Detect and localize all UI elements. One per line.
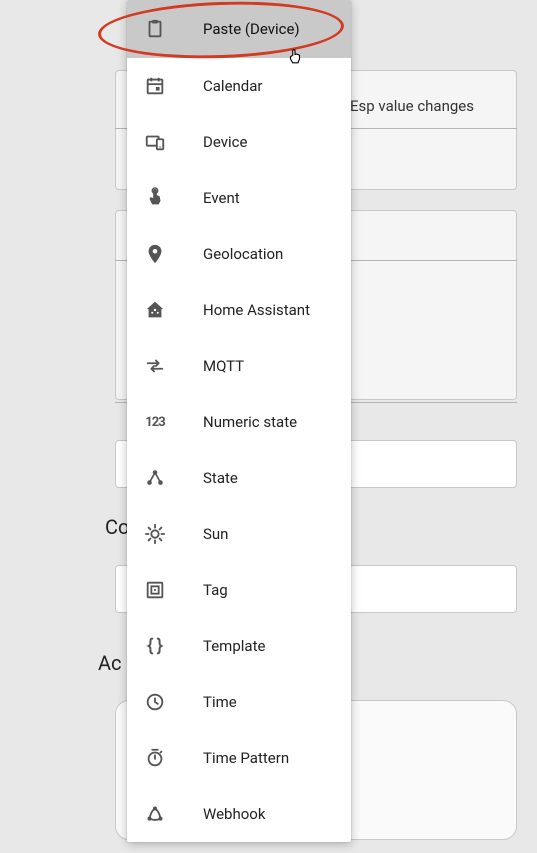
actions-heading-truncated: Ac bbox=[98, 651, 122, 675]
clipboard-paste-icon bbox=[143, 17, 167, 41]
code-braces-icon bbox=[143, 634, 167, 658]
menu-item-home-assistant[interactable]: Home Assistant bbox=[127, 282, 351, 338]
menu-item-label: Device bbox=[203, 133, 247, 151]
home-assistant-icon bbox=[143, 298, 167, 322]
menu-item-label: Numeric state bbox=[203, 413, 297, 431]
state-machine-icon bbox=[143, 466, 167, 490]
menu-item-label: Time Pattern bbox=[203, 749, 289, 767]
menu-item-label: State bbox=[203, 469, 238, 487]
menu-item-label: Sun bbox=[203, 525, 228, 543]
menu-item-template[interactable]: Template bbox=[127, 618, 351, 674]
trigger-type-menu: Paste (Device) Calendar Device bbox=[127, 0, 351, 842]
menu-item-label: Webhook bbox=[203, 805, 265, 823]
menu-item-sun[interactable]: Sun bbox=[127, 506, 351, 562]
menu-item-mqtt[interactable]: MQTT bbox=[127, 338, 351, 394]
menu-item-state[interactable]: State bbox=[127, 450, 351, 506]
calendar-icon bbox=[143, 74, 167, 98]
nfc-tag-icon bbox=[143, 578, 167, 602]
numeric-icon: 123 bbox=[143, 410, 167, 434]
menu-item-label: Event bbox=[203, 189, 240, 207]
existing-trigger-label: Esp value changes bbox=[350, 97, 474, 115]
clock-icon bbox=[143, 690, 167, 714]
menu-item-webhook[interactable]: Webhook bbox=[127, 786, 351, 842]
swap-horizontal-icon bbox=[143, 354, 167, 378]
menu-item-label: Template bbox=[203, 637, 265, 655]
menu-item-paste-device[interactable]: Paste (Device) bbox=[127, 0, 351, 58]
menu-item-calendar[interactable]: Calendar bbox=[127, 58, 351, 114]
gesture-tap-icon bbox=[143, 186, 167, 210]
menu-item-label: Geolocation bbox=[203, 245, 283, 263]
menu-item-label: Time bbox=[203, 693, 237, 711]
menu-item-time[interactable]: Time bbox=[127, 674, 351, 730]
menu-item-label: Tag bbox=[203, 581, 228, 599]
menu-item-geolocation[interactable]: Geolocation bbox=[127, 226, 351, 282]
map-marker-icon bbox=[143, 242, 167, 266]
menu-item-device[interactable]: Device bbox=[127, 114, 351, 170]
conditions-heading-truncated: Co bbox=[105, 515, 129, 539]
menu-item-time-pattern[interactable]: Time Pattern bbox=[127, 730, 351, 786]
webhook-icon bbox=[143, 802, 167, 826]
menu-item-event[interactable]: Event bbox=[127, 170, 351, 226]
menu-item-label: Paste (Device) bbox=[203, 20, 300, 38]
menu-item-label: Home Assistant bbox=[203, 301, 310, 319]
timer-icon bbox=[143, 746, 167, 770]
menu-item-numeric-state[interactable]: 123 Numeric state bbox=[127, 394, 351, 450]
menu-item-label: MQTT bbox=[203, 357, 244, 375]
menu-item-tag[interactable]: Tag bbox=[127, 562, 351, 618]
menu-item-label: Calendar bbox=[203, 77, 263, 95]
sun-icon bbox=[143, 522, 167, 546]
devices-icon bbox=[143, 130, 167, 154]
